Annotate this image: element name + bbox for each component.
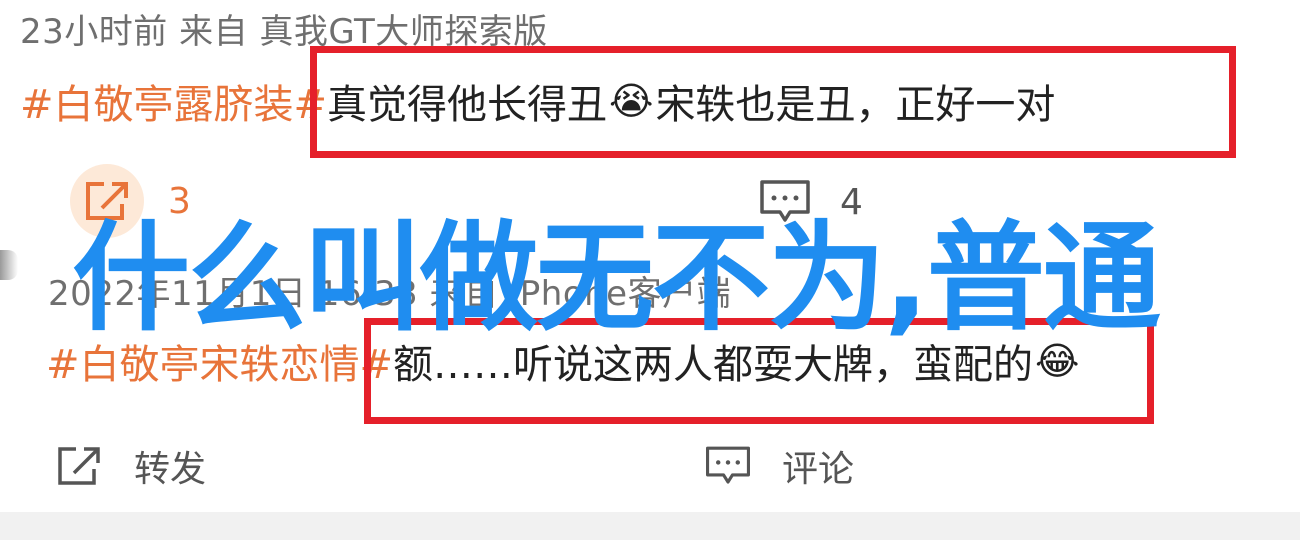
comment-icon [704,444,752,488]
crying-face-emoji-icon: 😭 [609,79,654,123]
laughing-face-emoji-icon: 😂 [1035,339,1080,383]
share-icon [54,443,106,489]
post2-comment-button[interactable]: 评论 [704,440,854,492]
post2-share-button[interactable]: 转发 [54,440,206,492]
overlay-title: 什么叫做无不为,普通 [72,209,1161,347]
post1-meta: 23小时前 来自 真我GT大师探索版 [20,12,548,52]
avatar-edge [0,250,18,280]
post1-hashtag[interactable]: #白敬亭露脐装# [20,72,327,130]
post1-text-after-emoji: 宋轶也是丑，正好一对 [655,82,1056,128]
bottom-divider [0,512,1300,540]
post1-text-before-emoji: 真觉得他长得丑 [327,82,608,128]
screenshot-page: 23小时前 来自 真我GT大师探索版 #白敬亭露脐装# 真觉得他长得丑 😭 宋轶… [0,0,1300,540]
post2-share-label: 转发 [134,449,207,490]
post2-comment-label: 评论 [782,449,855,490]
post1-content: #白敬亭露脐装# 真觉得他长得丑 😭 宋轶也是丑，正好一对 [20,72,1055,130]
